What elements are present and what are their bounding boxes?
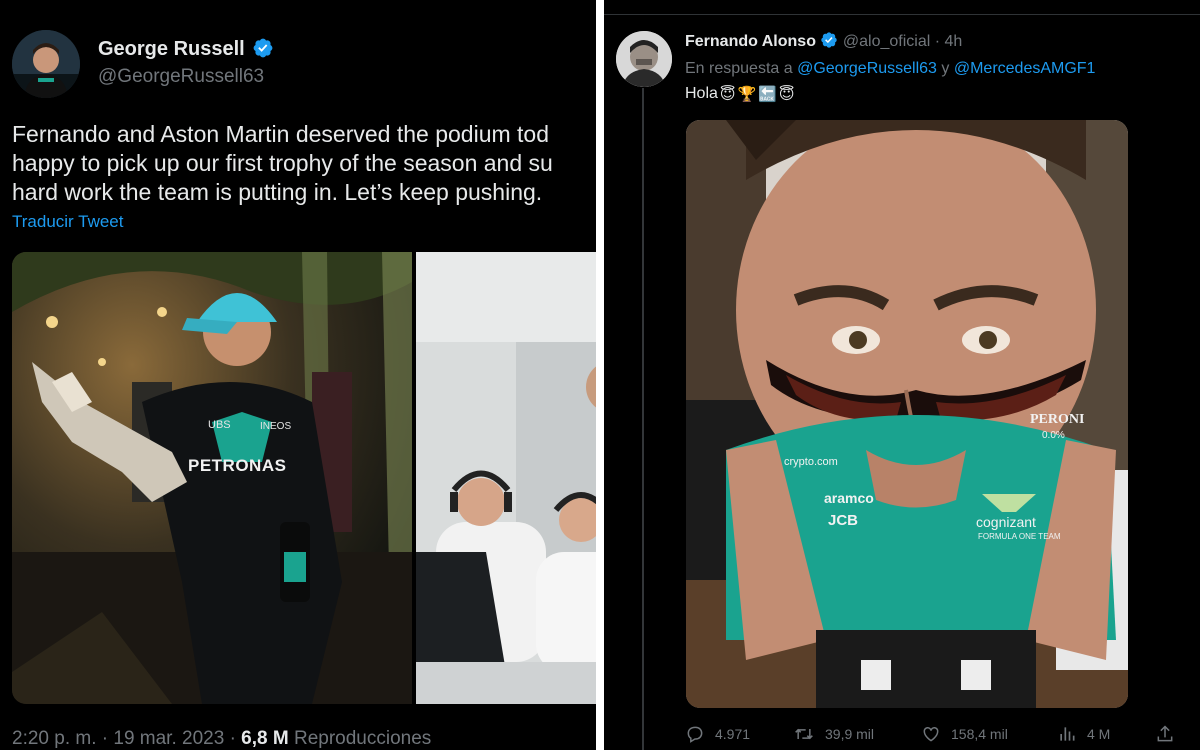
reply-author-name[interactable]: Fernando Alonso [685, 33, 816, 50]
reply-text: Hola 😇 🏆 🔙 😇 [685, 85, 795, 103]
avatar-photo-icon-2 [616, 31, 672, 87]
shirt-crypto-text: crypto.com [784, 456, 838, 468]
tweet-meta: 2:20 p. m. · 19 mar. 2023 · 6,8 M Reprod… [12, 728, 431, 750]
tweet-actions: 4.971 39,9 mil 158,4 mil 4 M [685, 724, 1185, 748]
avatar-photo-icon [12, 30, 80, 98]
views-count: 6,8 M [241, 728, 289, 749]
top-separator [604, 14, 1200, 15]
heart-icon [923, 726, 939, 742]
image-divider [596, 0, 604, 750]
author-handle[interactable]: @GeorgeRussell63 [98, 66, 264, 88]
back-arrow-emoji-icon: 🔙 [758, 86, 777, 103]
tweet-text-line-1: Fernando and Aston Martin deserved the p… [12, 121, 550, 147]
media-photo-russell-trophy[interactable]: PETRONAS UBS INEOS [12, 252, 412, 704]
views-action[interactable]: 4 M [1057, 724, 1110, 744]
author-name-row[interactable]: George Russell [98, 38, 274, 61]
george-russell-avatar[interactable] [12, 30, 80, 98]
retweet-action[interactable]: 39,9 mil [793, 724, 874, 744]
shirt-jcb-text: JCB [828, 512, 859, 529]
shirt-aramco-text: aramco [824, 490, 874, 506]
shirt-cognizant-sub-text: FORMULA ONE TEAM [978, 532, 1061, 541]
retweet-count: 39,9 mil [825, 726, 875, 742]
reply-mention-russell[interactable]: @GeorgeRussell63 [797, 60, 937, 77]
reply-action[interactable]: 4.971 [685, 724, 750, 744]
tweet-text-line-2: happy to pick up our first trophy of the… [12, 150, 553, 176]
reply-header: Fernando Alonso @alo_oficial · 4h [685, 32, 963, 51]
shirt-peroni-sub-text: 0.0% [1042, 430, 1065, 441]
reply-author-handle[interactable]: @alo_oficial [843, 33, 930, 50]
like-action[interactable]: 158,4 mil [921, 724, 1008, 744]
verified-badge-icon-2 [821, 32, 838, 48]
like-count: 158,4 mil [951, 726, 1008, 742]
share-icon [1157, 725, 1173, 742]
shirt-peroni-text: PERONI [1030, 412, 1085, 427]
russell-trophy-photo-icon [12, 252, 412, 704]
views-count-reply: 4 M [1087, 726, 1111, 742]
reply-count: 4.971 [715, 726, 751, 742]
reply-time-ago[interactable]: · 4h [930, 33, 963, 50]
analytics-icon [1060, 727, 1075, 741]
halo-emoji-icon: 😇 [719, 86, 736, 103]
reply-icon [687, 726, 703, 743]
share-action[interactable] [1155, 724, 1175, 744]
tweet-timestamp[interactable]: 2:20 p. m. · 19 mar. 2023 · [12, 728, 241, 749]
translate-tweet-link[interactable]: Traducir Tweet [12, 212, 124, 232]
halo-emoji-icon-2: 😇 [778, 86, 795, 103]
trophy-emoji-icon: 🏆 [737, 86, 757, 103]
sponsor-ineos-text: INEOS [260, 421, 292, 432]
fernando-alonso-avatar[interactable] [616, 31, 672, 87]
suit-brand-text: PETRONAS [188, 456, 287, 475]
tweet-text: Fernando and Aston Martin deserved the p… [12, 120, 596, 207]
author-name[interactable]: George Russell [98, 38, 245, 60]
reply-prefix: En respuesta a [685, 60, 798, 77]
tweet-media-grid: PETRONAS UBS INEOS [12, 252, 596, 704]
shirt-cognizant-text: cognizant [976, 514, 1036, 530]
reply-conjunction: y [936, 60, 954, 77]
reply-mention-mercedes[interactable]: @MercedesAMGF1 [954, 60, 1096, 77]
reply-media-photo[interactable]: PERONI 0.0% crypto.com aramco JCB cogniz… [686, 120, 1128, 708]
tweet-text-line-3: hard work the team is putting in. Let’s … [12, 179, 543, 205]
thread-line [642, 88, 644, 750]
retweet-icon [795, 728, 813, 740]
sponsor-ubs-text: UBS [208, 419, 231, 431]
reply-text-hola: Hola [685, 85, 718, 102]
replying-to: En respuesta a @GeorgeRussell63 y @Merce… [685, 60, 1095, 78]
george-russell-tweet: George Russell @GeorgeRussell63 Fernando… [0, 0, 596, 750]
verified-badge-icon [253, 38, 273, 58]
views-label: Reproducciones [288, 728, 432, 749]
media-photo-team-engineers[interactable] [416, 252, 596, 704]
team-engineers-photo-icon [416, 252, 596, 704]
